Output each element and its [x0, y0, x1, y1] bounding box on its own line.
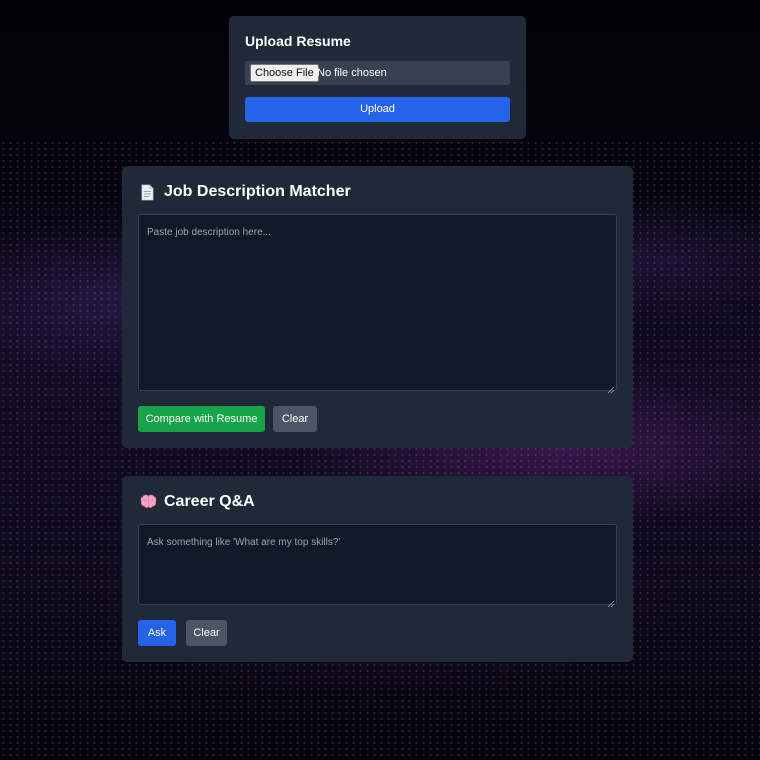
- career-qa-title: Career Q&A: [164, 493, 255, 510]
- job-matcher-clear-button[interactable]: Clear: [273, 406, 317, 432]
- job-matcher-heading: Job Description Matcher: [140, 183, 351, 201]
- job-description-placeholder: Paste job description here...: [147, 227, 271, 238]
- choose-file-button[interactable]: Choose File: [250, 64, 319, 82]
- resize-grip-icon[interactable]: [607, 595, 615, 608]
- brain-icon: [140, 494, 157, 511]
- job-description-textarea[interactable]: Paste job description here...: [138, 214, 617, 394]
- career-question-textarea[interactable]: Ask something like 'What are my top skil…: [138, 524, 617, 608]
- career-qa-card: Career Q&A Ask something like 'What are …: [122, 476, 633, 662]
- job-matcher-title: Job Description Matcher: [164, 183, 351, 200]
- career-qa-clear-button[interactable]: Clear: [186, 620, 227, 646]
- upload-button[interactable]: Upload: [245, 97, 510, 122]
- upload-resume-card: Upload Resume Choose File No file chosen…: [229, 16, 526, 139]
- career-question-placeholder: Ask something like 'What are my top skil…: [147, 537, 341, 548]
- career-qa-heading: Career Q&A: [140, 493, 255, 511]
- resize-grip-icon[interactable]: [607, 381, 615, 394]
- compare-with-resume-button[interactable]: Compare with Resume: [138, 406, 265, 432]
- document-icon: [140, 184, 155, 201]
- ask-button[interactable]: Ask: [138, 620, 176, 646]
- resume-file-input[interactable]: Choose File No file chosen: [245, 61, 510, 85]
- file-status-text: No file chosen: [317, 67, 387, 79]
- upload-resume-title: Upload Resume: [245, 33, 351, 49]
- job-description-matcher-card: Job Description Matcher Paste job descri…: [122, 166, 633, 448]
